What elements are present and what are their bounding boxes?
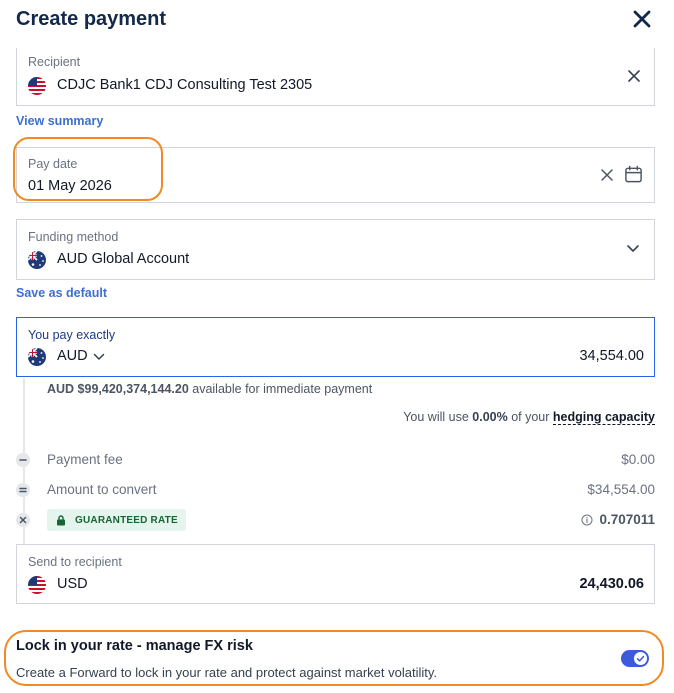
funding-method-value: AUD Global Account [57, 251, 190, 267]
au-flag-icon [28, 251, 46, 269]
send-amount: 24,430.06 [579, 576, 644, 592]
calendar-icon[interactable] [624, 165, 643, 184]
equals-icon [16, 483, 30, 497]
clear-date-icon[interactable] [600, 168, 614, 182]
available-balance: AUD $99,420,374,144.20 available for imm… [47, 382, 373, 396]
guaranteed-rate-badge: GUARANTEED RATE [47, 509, 186, 531]
minus-icon [16, 453, 30, 467]
funding-method-label: Funding method [28, 230, 119, 244]
lock-icon [57, 514, 65, 525]
exchange-rate-value: 0.707011 [599, 512, 655, 527]
payment-fee-row: Payment fee $0.00 [16, 450, 655, 470]
page-title: Create payment [16, 8, 167, 30]
you-pay-amount-input[interactable]: 34,554.00 [579, 348, 644, 364]
us-flag-icon [28, 77, 46, 95]
funding-method-field[interactable]: Funding method AUD Global Account [16, 219, 655, 280]
guaranteed-rate-label: GUARANTEED RATE [75, 514, 178, 526]
you-pay-label: You pay exactly [28, 328, 116, 342]
lock-in-rate-description: Create a Forward to lock in your rate an… [16, 665, 438, 680]
amount-to-convert-value: $34,554.00 [587, 482, 655, 497]
guaranteed-rate-row: GUARANTEED RATE 0.707011 [16, 509, 655, 531]
close-icon[interactable] [630, 7, 654, 31]
recipient-field[interactable]: Recipient CDJC Bank1 CDJ Consulting Test… [16, 48, 655, 106]
send-currency: USD [57, 576, 88, 592]
send-to-recipient-field: Send to recipient USD 24,430.06 [16, 544, 655, 604]
pay-date-field[interactable]: Pay date 01 May 2026 [16, 147, 655, 203]
multiply-icon [16, 513, 30, 527]
you-pay-currency[interactable]: AUD [57, 348, 88, 364]
pay-date-value: 01 May 2026 [28, 178, 112, 194]
hedging-capacity-link[interactable]: hedging capacity [552, 410, 655, 425]
recipient-label: Recipient [28, 55, 81, 69]
amount-to-convert-label: Amount to convert [47, 482, 157, 497]
lock-in-rate-title: Lock in your rate - manage FX risk [16, 638, 253, 654]
hedging-capacity-note: You will use 0.00% of your hedging capac… [403, 410, 655, 425]
save-as-default-link[interactable]: Save as default [16, 286, 107, 300]
check-icon [636, 655, 645, 662]
payment-fee-value: $0.00 [621, 452, 655, 467]
chevron-down-icon[interactable] [93, 353, 105, 361]
us-flag-icon [28, 576, 46, 594]
payment-fee-label: Payment fee [47, 452, 123, 467]
au-flag-icon [28, 348, 46, 366]
you-pay-field[interactable]: You pay exactly AUD 34,554.00 [16, 317, 655, 377]
info-icon[interactable] [581, 514, 593, 526]
toggle-knob [634, 652, 647, 665]
header: Create payment [16, 6, 660, 32]
recipient-value: CDJC Bank1 CDJ Consulting Test 2305 [57, 77, 313, 93]
send-label: Send to recipient [28, 555, 122, 569]
clear-recipient-icon[interactable] [627, 69, 641, 83]
chevron-down-icon[interactable] [626, 244, 640, 254]
lock-in-rate-toggle[interactable] [621, 650, 649, 667]
view-summary-link[interactable]: View summary [16, 114, 103, 128]
pay-date-label: Pay date [28, 157, 78, 171]
amount-to-convert-row: Amount to convert $34,554.00 [16, 480, 655, 500]
exchange-rate: 0.707011 [581, 512, 655, 527]
